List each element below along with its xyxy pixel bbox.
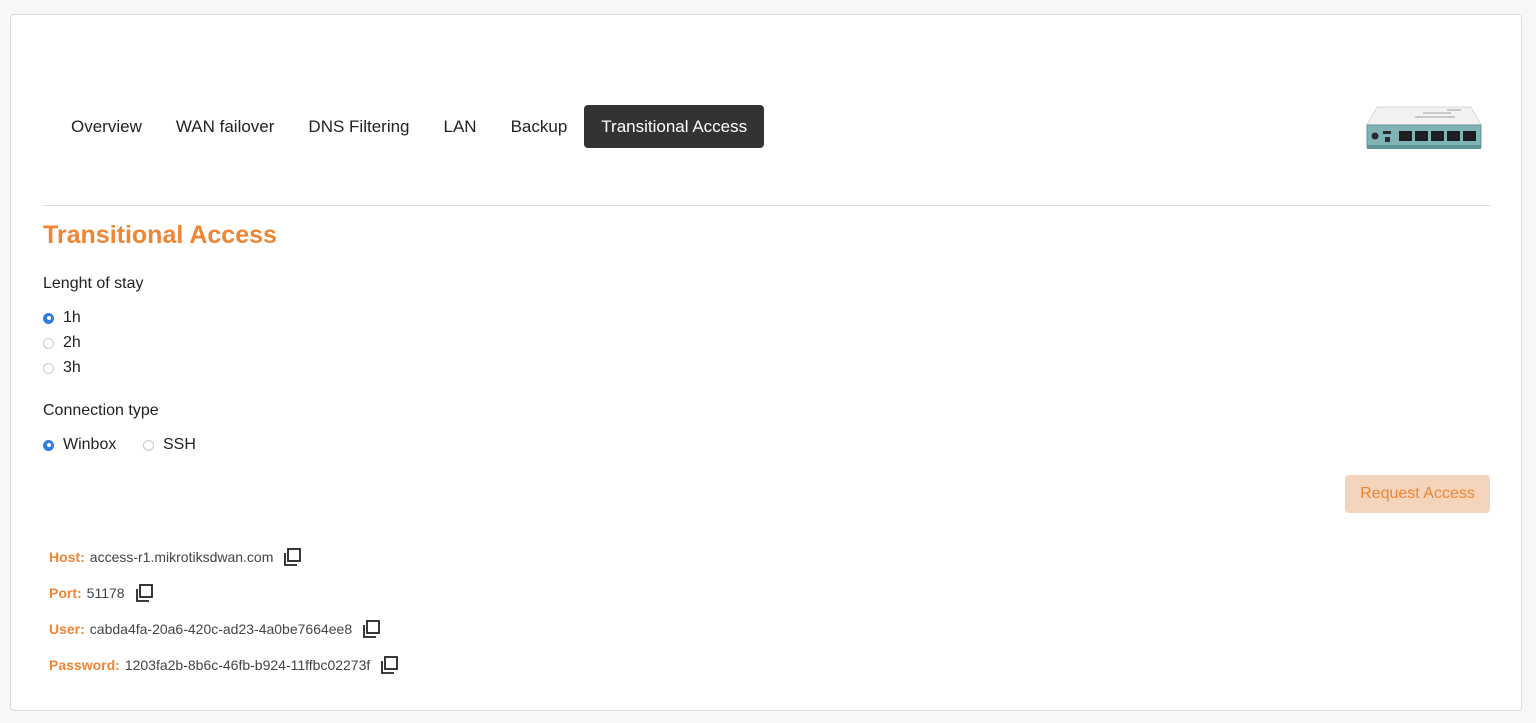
radio-2h[interactable] (43, 337, 54, 349)
tab-dns-filtering[interactable]: DNS Filtering (291, 105, 426, 148)
length-of-stay-label: Lenght of stay (43, 275, 144, 292)
radio-1h[interactable] (43, 312, 54, 324)
tab-lan[interactable]: LAN (427, 105, 494, 148)
port-key: Port: (49, 585, 82, 601)
page-title: Transitional Access (43, 221, 277, 249)
router-device-image (1366, 106, 1482, 149)
connection-option-winbox[interactable]: Winbox (43, 436, 116, 454)
user-key: User: (49, 621, 85, 637)
radio-1h-label: 1h (63, 309, 81, 326)
copy-icon[interactable] (379, 655, 399, 675)
stay-option-3h[interactable]: 3h (43, 359, 81, 377)
main-card: Overview WAN failover DNS Filtering LAN … (10, 14, 1522, 711)
copy-icon[interactable] (361, 619, 381, 639)
stay-option-2h[interactable]: 2h (43, 334, 81, 352)
password-row: Password: 1203fa2b-8b6c-46fb-b924-11ffbc… (49, 655, 399, 675)
password-key: Password: (49, 657, 120, 673)
user-value: cabda4fa-20a6-420c-ad23-4a0be7664ee8 (89, 621, 353, 637)
radio-ssh[interactable] (143, 439, 154, 451)
host-row: Host: access-r1.mikrotiksdwan.com (49, 547, 302, 567)
connection-type-label: Connection type (43, 402, 159, 419)
tab-transitional-access[interactable]: Transitional Access (584, 105, 765, 148)
radio-winbox[interactable] (43, 439, 54, 451)
copy-icon[interactable] (134, 583, 154, 603)
port-value: 51178 (86, 585, 125, 601)
tab-wan-failover[interactable]: WAN failover (159, 105, 292, 148)
tab-overview[interactable]: Overview (54, 105, 159, 148)
stay-option-1h[interactable]: 1h (43, 309, 81, 327)
radio-2h-label: 2h (63, 334, 81, 351)
section-divider (43, 205, 1491, 206)
copy-icon[interactable] (282, 547, 302, 567)
tab-backup[interactable]: Backup (494, 105, 585, 148)
request-access-button[interactable]: Request Access (1345, 475, 1490, 513)
radio-ssh-label: SSH (163, 436, 196, 453)
radio-3h-label: 3h (63, 359, 81, 376)
host-value: access-r1.mikrotiksdwan.com (89, 549, 274, 565)
connection-option-ssh[interactable]: SSH (143, 436, 196, 454)
tab-bar: Overview WAN failover DNS Filtering LAN … (54, 105, 765, 148)
radio-winbox-label: Winbox (63, 436, 117, 453)
radio-3h[interactable] (43, 362, 54, 374)
host-key: Host: (49, 549, 85, 565)
password-value: 1203fa2b-8b6c-46fb-b924-11ffbc02273f (124, 657, 371, 673)
user-row: User: cabda4fa-20a6-420c-ad23-4a0be7664e… (49, 619, 381, 639)
port-row: Port: 51178 (49, 583, 154, 603)
